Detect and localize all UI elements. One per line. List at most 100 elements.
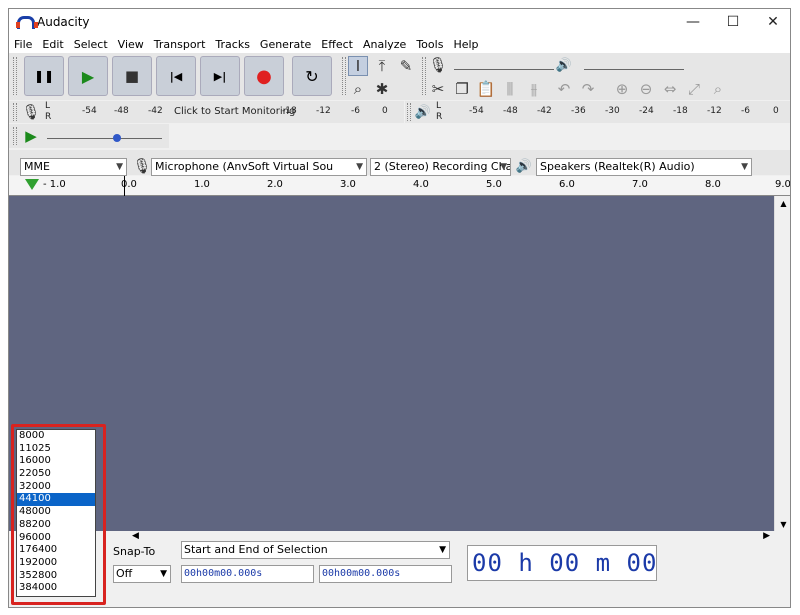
skip-end-icon: ▶| [213,69,227,83]
selection-start-value: 00h00m00.000s [184,568,263,579]
audio-host-select[interactable]: MME ▼ [20,158,127,176]
meter-tick: -18 [282,106,297,116]
selection-end-value: 00h00m00.000s [322,568,401,579]
audio-position-value: 00 h 00 m 00 s [472,549,657,577]
menu-file[interactable]: File [9,38,37,51]
fit-project-icon[interactable]: ⤢ [684,79,704,99]
toolbar-grip[interactable] [407,103,411,121]
start-monitoring-label[interactable]: Click to Start Monitoring [174,106,295,117]
skip-to-end-button[interactable]: ▶| [200,56,240,96]
chevron-down-icon: ▼ [439,545,446,555]
recording-volume-slider[interactable] [454,69,554,70]
play-button[interactable]: ▶ [68,56,108,96]
maximize-button[interactable]: ☐ [714,9,752,35]
stop-button[interactable]: ■ [112,56,152,96]
redo-icon[interactable]: ↷ [578,79,598,99]
ruler-tick: 5.0 [486,179,502,190]
meter-tick: -36 [571,106,586,116]
zoom-toggle-icon[interactable]: ⌕ [708,79,728,99]
ruler-tick: 3.0 [340,179,356,190]
pause-button[interactable]: ❚❚ [24,56,64,96]
menu-tracks[interactable]: Tracks [210,38,255,51]
mic-device-icon: 🎙 [132,157,152,175]
vertical-scrollbar[interactable]: ▲ ▼ [774,196,790,531]
meter-tick: -6 [351,106,360,116]
recording-device-select[interactable]: Microphone (AnvSoft Virtual Sou ▼ [151,158,367,176]
zoom-tool-icon[interactable]: ⌕ [348,79,368,99]
playback-volume-slider[interactable] [584,69,684,70]
record-button[interactable]: ● [244,56,284,96]
envelope-tool-icon[interactable]: ⤒ [372,56,392,76]
ruler-tick: 9.0 [775,179,791,190]
selection-start-time[interactable]: 00h00m00.000s [181,565,314,583]
close-button[interactable]: ✕ [754,9,790,35]
minimize-button[interactable]: — [674,9,712,35]
playback-meter-toolbar [405,101,790,123]
cut-icon[interactable]: ✂ [428,79,448,99]
menu-transport[interactable]: Transport [149,38,211,51]
loop-icon: ↻ [305,66,319,86]
zoom-in-icon[interactable]: ⊕ [612,79,632,99]
snap-to-label: Snap-To [113,545,156,558]
playback-device-select[interactable]: Speakers (Realtek(R) Audio) ▼ [536,158,752,176]
toolbar-grip[interactable] [13,103,17,121]
speaker-volume-icon: 🔊 [555,57,573,73]
chevron-down-icon: ▼ [741,162,748,172]
playhead-marker [124,176,125,196]
menu-help[interactable]: Help [448,38,483,51]
chevron-down-icon: ▼ [160,569,167,579]
meter-tick: -24 [639,106,654,116]
playback-meter-icon[interactable]: 🔊 [413,102,433,122]
play-at-speed-icon[interactable]: ▶ [21,126,41,146]
audacity-window: Audacity — ☐ ✕ File Edit Select View Tra… [8,8,791,608]
menu-view[interactable]: View [113,38,149,51]
play-speed-handle[interactable] [113,134,121,142]
scroll-up-icon[interactable]: ▲ [775,199,790,208]
scroll-down-icon[interactable]: ▼ [775,520,790,529]
paste-icon[interactable]: 📋 [476,79,496,99]
ruler-tick: 8.0 [705,179,721,190]
play-speed-slider[interactable] [47,138,162,139]
toolbar-grip[interactable] [342,57,346,95]
menu-edit[interactable]: Edit [37,38,68,51]
selection-end-time[interactable]: 00h00m00.000s [319,565,452,583]
menu-generate[interactable]: Generate [255,38,316,51]
toolbar-grip[interactable] [422,57,426,95]
pin-playhead-icon[interactable] [25,179,39,190]
pause-icon: ❚❚ [33,69,55,83]
meter-tick: -12 [707,106,722,116]
skip-to-start-button[interactable]: |◀ [156,56,196,96]
stop-icon: ■ [124,67,140,85]
draw-tool-icon[interactable]: ✎ [396,56,416,76]
meter-tick: -54 [469,106,484,116]
left-channel-label: L [45,101,51,111]
loop-button[interactable]: ↻ [292,56,332,96]
trim-icon[interactable]: ⫼ [500,79,520,99]
snap-to-select[interactable]: Off ▼ [113,565,171,583]
fit-selection-icon[interactable]: ⇔ [660,79,680,99]
undo-icon[interactable]: ↶ [554,79,574,99]
meter-tick: -48 [503,106,518,116]
silence-icon[interactable]: ⫵ [524,79,544,99]
selection-mode-select[interactable]: Start and End of Selection ▼ [181,541,450,559]
audio-position-display[interactable]: 00 h 00 m 00 s [467,545,657,581]
selection-tool-icon[interactable]: I [348,56,368,76]
menu-tools[interactable]: Tools [411,38,448,51]
recording-channels-select[interactable]: 2 (Stereo) Recording Chann▼ [370,158,511,176]
meter-tick: -6 [741,106,750,116]
channels-value: 2 (Stereo) Recording Chann [374,160,510,173]
menu-analyze[interactable]: Analyze [358,38,411,51]
toolbar-grip[interactable] [13,127,17,145]
menu-select[interactable]: Select [69,38,113,51]
ruler-tick: - 1.0 [43,179,66,190]
track-area[interactable] [9,196,774,531]
record-meter-icon[interactable]: 🎙 [21,102,41,122]
left-channel-label: L [436,101,442,111]
right-channel-label: R [45,112,52,122]
zoom-out-icon[interactable]: ⊖ [636,79,656,99]
toolbar-grip[interactable] [13,57,17,95]
multi-tool-icon[interactable]: ✱ [372,79,392,99]
copy-icon[interactable]: ❐ [452,79,472,99]
menu-effect[interactable]: Effect [316,38,358,51]
record-icon: ● [256,65,272,87]
